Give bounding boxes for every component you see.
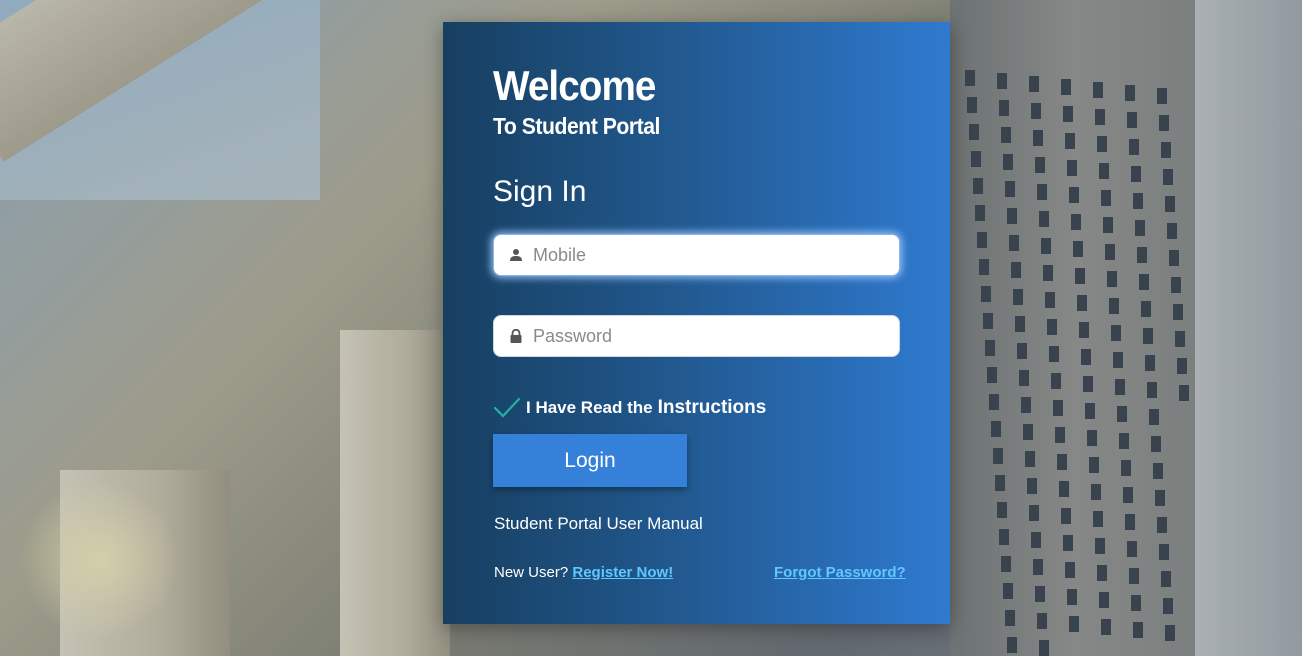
welcome-title: Welcome [493, 62, 656, 109]
welcome-subtitle: To Student Portal [493, 113, 660, 139]
login-button[interactable]: Login [493, 434, 687, 487]
user-manual-link[interactable]: Student Portal User Manual [494, 514, 703, 534]
forgot-password-link[interactable]: Forgot Password? [774, 564, 906, 581]
mobile-field[interactable] [493, 234, 900, 276]
instructions-link[interactable]: Instructions [658, 397, 767, 419]
lock-icon [510, 329, 522, 343]
new-user-label: New User? [494, 564, 569, 581]
user-icon [510, 249, 522, 261]
instructions-row: I Have Read the Instructions [493, 396, 766, 420]
password-field[interactable] [493, 315, 900, 357]
mobile-input[interactable] [533, 237, 873, 273]
checkmark-icon[interactable] [493, 396, 521, 420]
footer-links: New User? Register Now! Forgot Password? [494, 564, 914, 581]
register-link[interactable]: Register Now! [572, 564, 673, 581]
instructions-prefix: I Have Read the [526, 398, 653, 417]
password-input[interactable] [533, 318, 873, 354]
sign-in-heading: Sign In [493, 175, 587, 208]
login-card: Welcome To Student Portal Sign In I Have… [443, 22, 950, 624]
